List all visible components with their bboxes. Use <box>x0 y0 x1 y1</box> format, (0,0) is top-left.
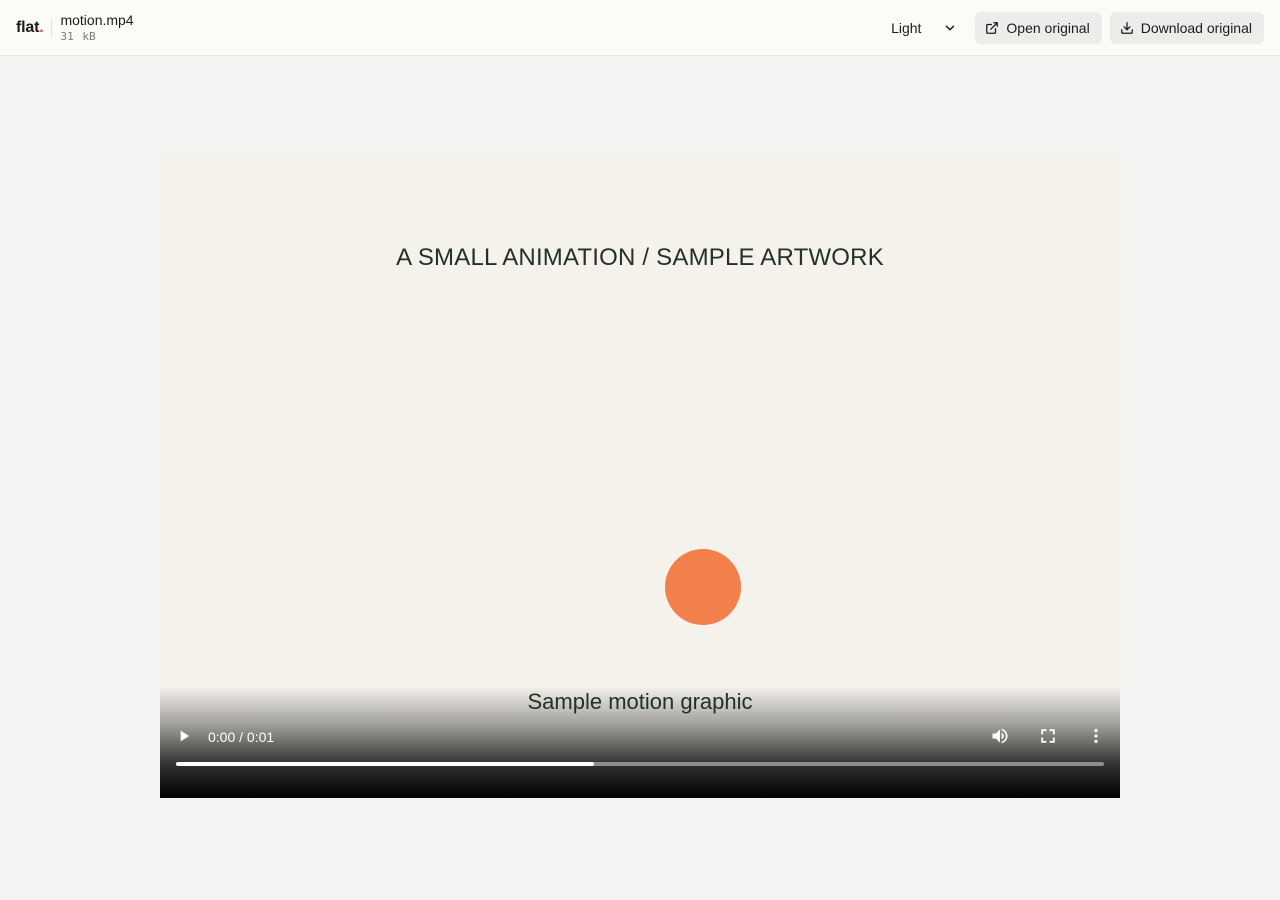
external-link-icon <box>986 21 999 34</box>
video-player[interactable]: A SMALL ANIMATION / SAMPLE ARTWORK Sampl… <box>160 158 1120 798</box>
open-original-button[interactable]: Open original <box>975 11 1102 44</box>
artwork-heading: A SMALL ANIMATION / SAMPLE ARTWORK <box>396 244 884 271</box>
brand-logo[interactable]: flat. <box>16 18 44 37</box>
brand-divider <box>51 18 53 37</box>
file-info: motion.mp4 31 kB <box>60 12 133 44</box>
play-icon <box>180 730 189 742</box>
more-vertical-icon <box>1094 728 1098 744</box>
brand-name: flat <box>16 18 40 36</box>
video-controls: 0:00 / 0:01 <box>160 686 1120 798</box>
fullscreen-icon <box>1041 729 1055 743</box>
animated-circle <box>665 549 741 625</box>
more-options-button[interactable] <box>1086 726 1106 746</box>
theme-select[interactable]: Light <box>883 12 961 44</box>
progress-bar[interactable] <box>176 762 1104 766</box>
volume-icon <box>992 728 1008 744</box>
play-button[interactable] <box>174 726 194 746</box>
time-display: 0:00 / 0:01 <box>208 729 275 745</box>
theme-select-value: Light <box>891 19 922 36</box>
brand-dot: . <box>39 18 44 36</box>
download-original-label: Download original <box>1140 19 1252 36</box>
volume-button[interactable] <box>990 726 1010 746</box>
chevron-down-icon <box>946 24 955 31</box>
download-original-button[interactable]: Download original <box>1109 11 1264 44</box>
open-original-label: Open original <box>1006 19 1090 36</box>
file-name: motion.mp4 <box>60 11 134 28</box>
fullscreen-button[interactable] <box>1038 726 1058 746</box>
file-size: 31 kB <box>60 29 96 43</box>
progress-fill <box>176 762 594 766</box>
download-icon <box>1120 21 1133 34</box>
top-bar: flat. motion.mp4 31 kB Light Open origin… <box>0 0 1280 56</box>
